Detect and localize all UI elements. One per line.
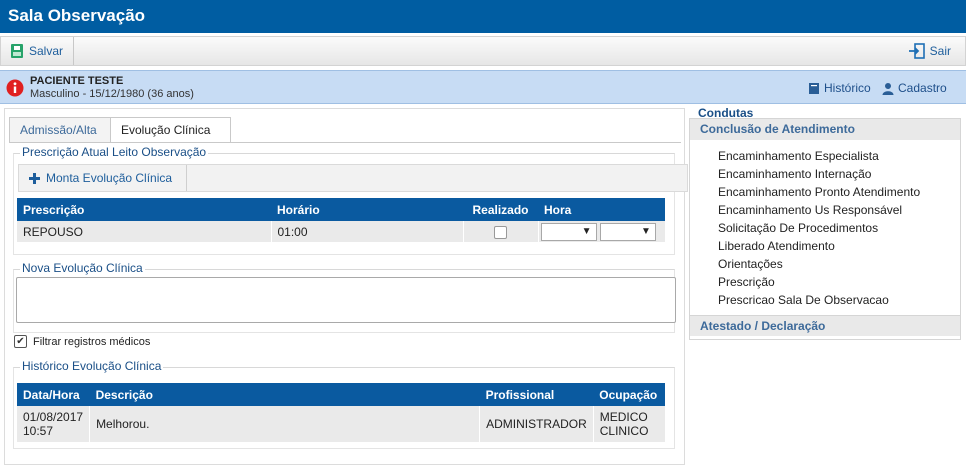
list-item[interactable]: Liberado Atendimento [718, 239, 920, 257]
save-icon [11, 44, 23, 58]
minute-select[interactable]: ▼ [599, 222, 656, 241]
cell-time: 10:57 [23, 424, 54, 438]
table-row: 01/08/2017 10:57 Melhorou. ADMINISTRADOR… [17, 406, 665, 442]
history-link[interactable]: Histórico [808, 81, 871, 95]
book-icon [809, 82, 819, 94]
col-data-hora: Data/Hora [17, 383, 90, 406]
section-conclusao[interactable]: Conclusão de Atendimento [690, 119, 960, 140]
exit-label: Sair [929, 44, 951, 58]
list-item[interactable]: Solicitação De Procedimentos [718, 221, 920, 239]
patient-name: PACIENTE TESTE [30, 75, 124, 87]
history-legend: Histórico Evolução Clínica [20, 359, 164, 373]
list-item[interactable]: Encaminhamento Pronto Atendimento [718, 185, 920, 203]
tab-admissao-alta[interactable]: Admissão/Alta [9, 117, 111, 143]
prescription-toolbar: Monta Evolução Clínica [18, 164, 688, 192]
col-descricao: Descrição [89, 383, 480, 406]
tab-divider [9, 142, 681, 143]
list-item[interactable]: Orientações [718, 257, 920, 275]
register-label: Cadastro [898, 81, 947, 95]
realizado-checkbox[interactable] [494, 225, 507, 239]
list-item[interactable]: Prescricao Sala De Observacao [718, 293, 920, 311]
list-item[interactable]: Encaminhamento Internação [718, 167, 920, 185]
save-button[interactable]: Salvar [9, 37, 75, 65]
filter-label: Filtrar registros médicos [33, 335, 151, 348]
user-icon [882, 82, 894, 95]
prescription-legend: Prescrição Atual Leito Observação [20, 145, 209, 159]
cell-ocupacao: MEDICO CLINICO [593, 406, 665, 442]
history-label: Histórico [824, 81, 871, 95]
toolbar: Salvar Sair [0, 36, 966, 66]
alert-icon [6, 79, 24, 97]
save-label: Salvar [29, 44, 64, 58]
window-title: Sala Observação [0, 0, 966, 33]
col-profissional: Profissional [479, 383, 594, 406]
cell-ocupacao-line2: CLINICO [599, 424, 649, 438]
list-item[interactable]: Encaminhamento Especialista [718, 149, 920, 167]
col-horario: Horário [271, 198, 463, 221]
cell-profissional: ADMINISTRADOR [479, 406, 594, 442]
build-evolution-button[interactable]: Monta Evolução Clínica [19, 165, 187, 191]
hour-select[interactable]: ▼ [540, 222, 597, 241]
build-evolution-label: Monta Evolução Clínica [46, 171, 173, 185]
col-realizado: Realizado [463, 198, 538, 221]
register-link[interactable]: Cadastro [882, 81, 947, 95]
cell-prescricao: REPOUSO [17, 221, 272, 242]
cell-realizado [463, 221, 539, 242]
cell-descricao: Melhorou. [89, 406, 481, 442]
cell-data-hora: 01/08/2017 10:57 [17, 406, 91, 442]
filter-row: ✔ Filtrar registros médicos [14, 335, 150, 348]
main-panel: Admissão/Alta Evolução Clínica Prescriçã… [4, 108, 688, 465]
plus-icon [29, 172, 40, 184]
new-evolution-textarea[interactable] [16, 277, 676, 323]
new-evolution-legend: Nova Evolução Clínica [20, 261, 145, 275]
prescription-table: Prescrição Horário Realizado Hora REPOUS… [17, 198, 665, 242]
patient-info: Masculino - 15/12/1980 (36 anos) [30, 88, 194, 100]
exit-button[interactable]: Sair [908, 37, 951, 65]
col-ocupacao: Ocupação [593, 383, 665, 406]
section-atestado[interactable]: Atestado / Declaração [690, 315, 960, 336]
cell-horario: 01:00 [271, 221, 464, 242]
filter-checkbox[interactable]: ✔ [14, 335, 27, 348]
history-table: Data/Hora Descrição Profissional Ocupaçã… [17, 383, 665, 442]
cell-hora: ▼ ▼ [538, 221, 665, 242]
exit-icon [908, 43, 925, 59]
list-item[interactable]: Encaminhamento Us Responsável [718, 203, 920, 221]
patient-bar: PACIENTE TESTE Masculino - 15/12/1980 (3… [0, 70, 966, 104]
condutas-box: Conclusão de Atendimento Encaminhamento … [689, 118, 961, 340]
list-item[interactable]: Prescrição [718, 275, 920, 293]
condutas-list: Encaminhamento Especialista Encaminhamen… [718, 149, 920, 311]
condutas-panel: Condutas Conclusão de Atendimento Encami… [689, 104, 961, 340]
col-hora: Hora [538, 198, 665, 221]
col-prescricao: Prescrição [17, 198, 271, 221]
tab-evolucao-clinica[interactable]: Evolução Clínica [110, 117, 231, 143]
cell-date: 01/08/2017 [23, 410, 84, 424]
table-row: REPOUSO 01:00 ▼ ▼ [17, 221, 665, 242]
cell-ocupacao-line1: MEDICO [599, 410, 648, 424]
